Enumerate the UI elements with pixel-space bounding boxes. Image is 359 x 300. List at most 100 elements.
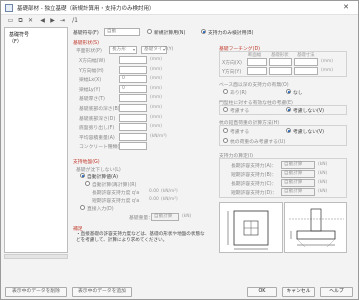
force-row-input[interactable]: 自動計算	[281, 161, 315, 169]
col-yes-radio[interactable]	[223, 107, 228, 112]
shape-row-unit: (mm)	[150, 76, 162, 82]
soil-no-radio[interactable]	[286, 89, 291, 94]
force-row-unit: (kN)	[318, 162, 328, 167]
col-yes-label: 考慮する	[230, 109, 250, 114]
last-icon[interactable]: ⇥	[58, 17, 67, 25]
plan-x-3[interactable]	[294, 58, 318, 66]
help-button[interactable]: ヘルプ	[320, 287, 353, 297]
bearing-auto-label: 自動計算値(A)	[87, 175, 119, 180]
plan-dropdown[interactable]: 長方形 ▾	[109, 46, 137, 54]
plan-x-2[interactable]	[269, 58, 292, 66]
force-row-label: 長期許容支持力(C)：	[231, 182, 277, 187]
delete-icon[interactable]: ✕	[26, 17, 35, 25]
force-row-input[interactable]: 自動計算	[281, 170, 315, 178]
soil-no-label: なし	[293, 91, 303, 96]
bearing-auto-radio[interactable]	[80, 173, 85, 178]
stress-label: 基礎重量：	[129, 216, 153, 221]
force-row-unit: (kN)	[318, 171, 328, 176]
copy-icon[interactable]: ⧉	[16, 17, 25, 25]
shape-title: 基礎形状(S)	[73, 41, 99, 46]
bearing-long-unit: (kN/m²)	[161, 189, 178, 194]
mode-pile-label: 杭の荷重のみ考慮する(U)	[230, 140, 286, 145]
shape-row-input[interactable]	[119, 142, 147, 151]
tree-item[interactable]: （F）	[9, 38, 22, 45]
shape-row-input[interactable]	[119, 132, 147, 141]
plan-y-2[interactable]	[269, 67, 292, 75]
force-row-label: 短期許容支持力(D)：	[231, 191, 277, 196]
shape-row-input[interactable]	[119, 65, 147, 74]
col-no-radio[interactable]	[286, 107, 291, 112]
section-drawing	[289, 208, 344, 248]
shape-row-unit: (mm)	[150, 66, 162, 72]
force-row-input[interactable]: 自動計算	[281, 179, 315, 187]
delete-data-button[interactable]: 表示中のデータを削除	[5, 287, 67, 297]
plan-y-3[interactable]	[294, 67, 318, 75]
code-label: 基礎符号(F)	[73, 31, 99, 36]
window-title: 基礎部材 - 独立基礎（新規計算用・支持力のみ検討用）	[17, 6, 155, 12]
next-icon[interactable]: ▶	[48, 17, 57, 25]
shape-row-unit: (mm)	[150, 105, 162, 110]
type-dropdown[interactable]: 基礎タイプ(Y) ▾	[141, 46, 173, 54]
tree-panel: 基礎符号 （F）	[4, 27, 68, 253]
plan-y-1[interactable]	[247, 67, 267, 75]
shape-row-label: X方向幅(W)	[79, 59, 106, 64]
dialog-window: 基礎部材 - 独立基礎（新規計算用・支持力のみ検討用） ✕ ▭ ⧉ ✕ ◀ ▶ …	[0, 0, 359, 300]
new-icon[interactable]: ▭	[6, 17, 15, 25]
shape-row-label: 梁幅Lx(X)	[79, 78, 102, 84]
add-data-button[interactable]: 表示中のデータを追加	[72, 287, 132, 297]
mode-support-radio[interactable]	[201, 29, 206, 34]
plan-diagram	[219, 202, 283, 253]
shape-row-unit: (mm)	[150, 95, 162, 101]
note-text: ・直接基礎の許容支持力度などは、基礎の形状や地盤の状態などを考慮して、計算により…	[76, 232, 205, 243]
mode-support-label: 支持力のみ検討用(B)	[208, 31, 254, 36]
shape-row-label: 梁幅Ly(Y)	[79, 87, 101, 93]
bearing-long-value: 0.00	[149, 189, 159, 194]
bearing-direct-radio[interactable]	[80, 205, 85, 210]
cancel-button[interactable]: キャンセル	[282, 287, 315, 297]
mode-pile-radio[interactable]	[223, 138, 228, 143]
mode-no-radio[interactable]	[286, 128, 291, 133]
force-row-label: 長期許容支持力(A)：	[231, 164, 277, 169]
shape-row-label: コンクリート種類(K)	[79, 145, 125, 151]
bearing-recalc-radio[interactable]	[85, 181, 90, 186]
force-row-input[interactable]: 自動計算	[281, 188, 315, 196]
bearing-short-label: 短期許容支持力度 q'a	[92, 199, 140, 204]
stress-input[interactable]: 自動計算	[151, 213, 179, 221]
mode-new-label: 新規計算用(N)	[154, 31, 186, 36]
shape-row-unit: (mm)	[150, 114, 162, 120]
plan-row-x-label: X方向(X)	[222, 61, 242, 66]
plan-label: 平面形状(P)	[76, 49, 102, 54]
toolbar: ▭ ⧉ ✕ ◀ ▶ ⇥ /1	[1, 16, 358, 26]
shape-row-unit: (mm)	[150, 85, 162, 91]
shape-row-input[interactable]: 0	[119, 84, 147, 93]
tree-scrollbar[interactable]	[4, 254, 68, 259]
shape-row-input[interactable]	[119, 56, 147, 64]
force-row-label: 短期許容支持力(B)：	[231, 173, 277, 178]
shape-row-input[interactable]	[119, 104, 147, 112]
bearing-direct-label: 直接入力(D)	[87, 207, 114, 212]
mode-no-label: 考慮しない(V)	[293, 130, 325, 135]
shape-row-input[interactable]: 0	[119, 75, 147, 84]
soil-yes-radio[interactable]	[223, 89, 228, 94]
close-icon[interactable]: ✕	[340, 3, 352, 12]
mode-yes-label: 考慮する	[230, 130, 250, 135]
bearing-subtitle: 基礎が沈下しない(L)	[76, 168, 121, 173]
mode-yes-radio[interactable]	[223, 128, 228, 133]
shape-row-label: Y方向幅(H)	[79, 68, 104, 74]
mode-new-radio[interactable]	[147, 29, 152, 34]
code-input[interactable]: 自動	[104, 28, 140, 36]
bearing-short-unit: (kN/m²)	[161, 197, 178, 202]
tree-item[interactable]: 基礎符号	[9, 31, 29, 38]
prev-icon[interactable]: ◀	[38, 17, 47, 25]
plan-x-unit: (mm)	[321, 59, 333, 64]
bearing-short-value: 0.00	[149, 197, 159, 202]
ok-button[interactable]: OK	[247, 287, 277, 297]
shape-row-input[interactable]	[119, 123, 147, 132]
plan-x-1[interactable]	[247, 58, 267, 66]
soil-title: ベース面以深の支持力の有無(O)	[219, 83, 289, 88]
shape-row-input[interactable]	[119, 94, 147, 103]
plan-drawing	[227, 210, 269, 250]
bearing-long-label: 長期許容支持力度 q'a	[92, 191, 140, 196]
shape-row-input[interactable]	[119, 113, 147, 122]
shape-row-label: 底盤張り出し(F)	[79, 126, 115, 132]
